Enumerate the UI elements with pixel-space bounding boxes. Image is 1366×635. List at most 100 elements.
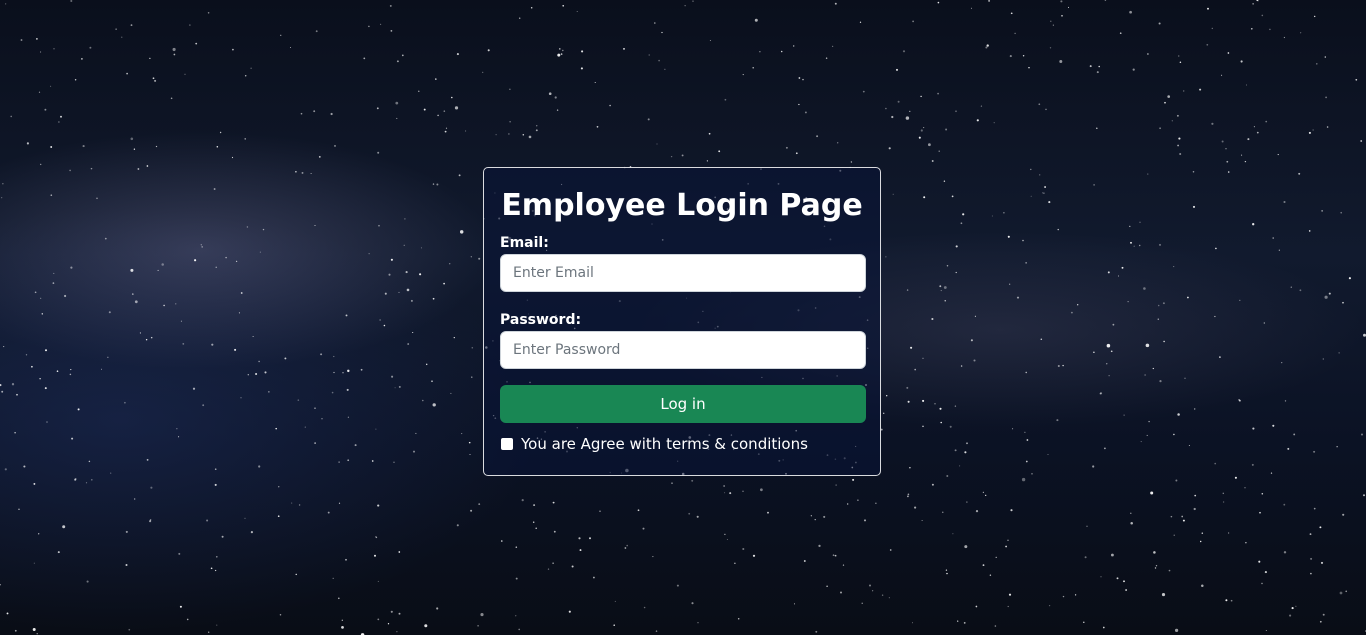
star: [219, 131, 222, 134]
star: [284, 357, 287, 360]
star: [407, 343, 410, 345]
star: [389, 4, 392, 7]
star: [1047, 453, 1049, 456]
star: [1290, 286, 1293, 288]
star: [709, 39, 711, 42]
star: [655, 630, 658, 632]
star: [943, 180, 946, 182]
star: [376, 107, 379, 110]
star: [559, 48, 561, 50]
star: [275, 427, 277, 430]
star: [1129, 10, 1132, 14]
star: [1207, 7, 1209, 10]
star: [1, 197, 3, 199]
star: [1048, 604, 1051, 607]
star: [363, 57, 366, 60]
star: [831, 45, 834, 48]
star: [216, 624, 218, 626]
star: [1300, 32, 1302, 34]
star: [1123, 414, 1125, 416]
star: [333, 355, 335, 358]
star: [391, 375, 394, 378]
star: [814, 518, 816, 521]
star: [944, 300, 946, 302]
star: [394, 387, 396, 389]
terms-checkbox[interactable]: [501, 438, 513, 450]
star: [130, 24, 133, 27]
login-button[interactable]: Log in: [500, 385, 866, 423]
star: [907, 400, 910, 403]
star: [1342, 513, 1345, 516]
star: [390, 29, 393, 32]
star: [471, 346, 474, 349]
star: [1, 390, 4, 393]
star: [1293, 433, 1296, 436]
star: [244, 517, 246, 519]
star: [832, 554, 835, 556]
star: [258, 360, 260, 363]
star: [341, 626, 344, 629]
star: [1044, 186, 1047, 188]
star: [1067, 6, 1070, 8]
email-input[interactable]: [500, 254, 866, 292]
star: [398, 385, 401, 388]
star: [1263, 322, 1265, 324]
password-input[interactable]: [500, 331, 866, 369]
star: [478, 503, 481, 506]
star: [803, 560, 806, 562]
star: [495, 134, 497, 136]
star: [1310, 572, 1312, 575]
star: [1177, 144, 1179, 147]
star: [922, 425, 924, 428]
star: [642, 527, 645, 530]
star: [128, 628, 131, 631]
star: [172, 47, 176, 52]
star: [1240, 60, 1243, 63]
star: [862, 90, 865, 93]
star: [406, 288, 410, 292]
star: [36, 38, 38, 40]
star: [208, 631, 210, 633]
star: [1339, 591, 1343, 595]
star: [536, 125, 538, 127]
star: [1164, 101, 1166, 104]
star: [53, 272, 55, 274]
star: [1308, 131, 1311, 134]
star: [425, 363, 428, 366]
star: [535, 527, 537, 529]
star: [137, 168, 140, 170]
star: [613, 624, 615, 626]
star: [85, 482, 88, 484]
star: [25, 354, 28, 356]
star: [1251, 463, 1254, 466]
star: [1007, 539, 1009, 542]
star: [1022, 55, 1025, 57]
star: [737, 618, 740, 620]
star: [723, 485, 725, 487]
star: [1322, 358, 1324, 360]
star: [989, 574, 992, 576]
star: [1227, 532, 1230, 534]
star: [53, 48, 55, 50]
star: [906, 386, 909, 389]
star: [1093, 351, 1095, 353]
star: [1056, 419, 1059, 422]
star: [354, 444, 357, 447]
star: [388, 273, 391, 276]
star: [383, 324, 386, 327]
star: [729, 492, 732, 495]
star: [1239, 399, 1241, 402]
star: [963, 621, 966, 624]
star: [940, 290, 942, 292]
star: [62, 525, 66, 529]
star: [124, 401, 126, 404]
star: [931, 160, 934, 162]
star: [1277, 154, 1279, 156]
star: [107, 356, 109, 358]
star: [338, 502, 341, 504]
star: [1313, 15, 1316, 18]
star: [1264, 571, 1267, 574]
star: [278, 486, 280, 488]
star: [934, 403, 936, 405]
star: [1148, 420, 1150, 423]
